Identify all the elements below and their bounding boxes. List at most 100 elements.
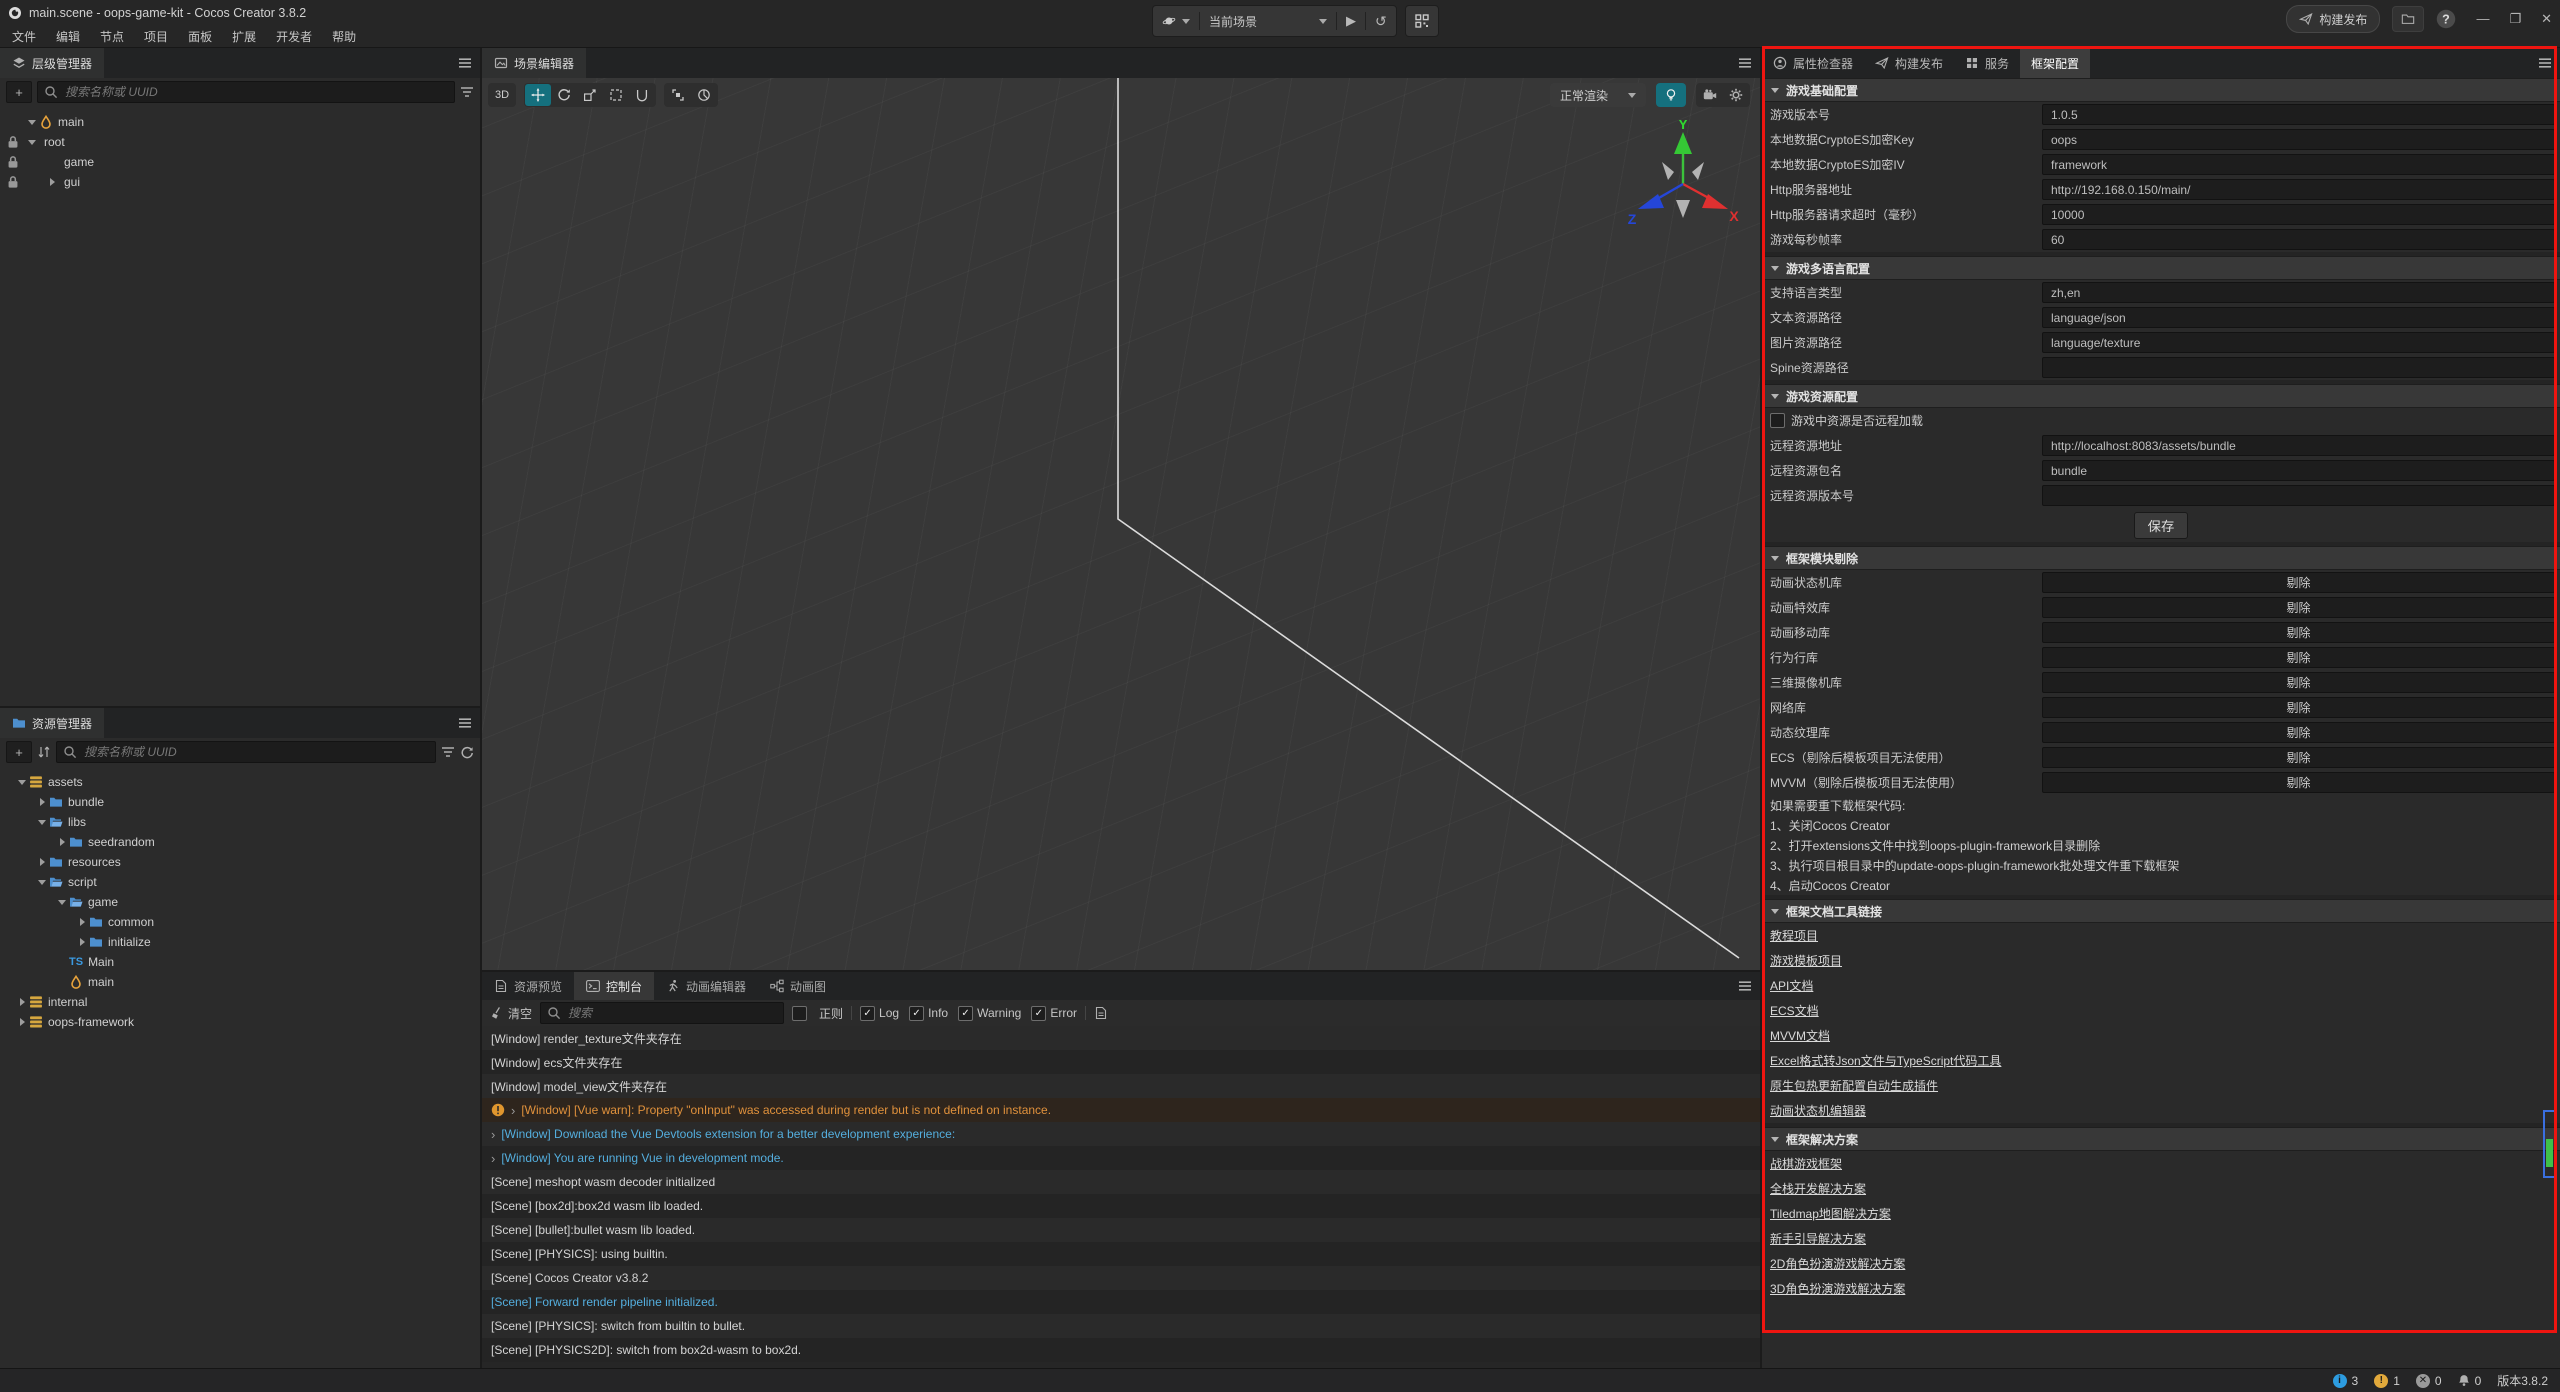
tree-row[interactable]: main xyxy=(0,972,480,992)
solution-link[interactable]: Tiledmap地图解决方案 xyxy=(1770,1205,1891,1222)
log-row[interactable]: [Scene] [PHYSICS2D]: switch from box2d-w… xyxy=(482,1338,1760,1362)
refresh-icon[interactable] xyxy=(460,745,474,759)
inspector-tab[interactable]: 构建发布 xyxy=(1864,48,1954,78)
section-header[interactable]: 游戏多语言配置 xyxy=(1762,256,2560,280)
viewport-settings-button[interactable] xyxy=(1723,84,1749,106)
chevron-right-icon[interactable] xyxy=(75,935,89,949)
clear-console-button[interactable]: 清空 xyxy=(490,1005,532,1022)
field-input[interactable]: 60 xyxy=(2042,229,2555,250)
module-remove-button[interactable]: 剔除 xyxy=(2042,722,2555,743)
tree-row[interactable]: TSMain xyxy=(0,952,480,972)
module-remove-button[interactable]: 剔除 xyxy=(2042,647,2555,668)
section-header[interactable]: 框架文档工具链接 xyxy=(1762,899,2560,923)
tree-row[interactable]: assets xyxy=(0,772,480,792)
log-row[interactable]: ›[Window] Download the Vue Devtools exte… xyxy=(482,1122,1760,1146)
chevron-down-icon[interactable] xyxy=(35,815,49,829)
tree-row[interactable]: resources xyxy=(0,852,480,872)
field-input[interactable] xyxy=(2042,357,2555,378)
doc-link[interactable]: MVVM文档 xyxy=(1770,1027,1830,1044)
assets-tab[interactable]: 资源管理器 xyxy=(0,708,104,738)
tree-row[interactable]: initialize xyxy=(0,932,480,952)
module-remove-button[interactable]: 剔除 xyxy=(2042,572,2555,593)
inspector-scrollbar[interactable] xyxy=(2543,1110,2556,1178)
field-input[interactable]: language/texture xyxy=(2042,332,2555,353)
help-button[interactable]: ? xyxy=(2436,9,2456,29)
module-remove-button[interactable]: 剔除 xyxy=(2042,672,2555,693)
minimize-button[interactable]: — xyxy=(2476,11,2489,27)
log-row[interactable]: ›[Window] [Vue warn]: Property "onInput"… xyxy=(482,1098,1760,1122)
tree-row[interactable]: bundle xyxy=(0,792,480,812)
sort-icon[interactable] xyxy=(37,745,51,759)
log-file-icon[interactable] xyxy=(1094,1006,1108,1020)
chevron-right-icon[interactable] xyxy=(75,915,89,929)
log-row[interactable]: [Window] render_texture文件夹存在 xyxy=(482,1026,1760,1050)
filter-checkbox[interactable] xyxy=(1031,1006,1046,1021)
restart-button[interactable]: ↺ xyxy=(1366,7,1396,35)
menu-item[interactable]: 节点 xyxy=(90,28,134,45)
filter-icon[interactable] xyxy=(460,85,474,99)
filter-icon[interactable] xyxy=(441,745,455,759)
solution-link[interactable]: 2D角色扮演游戏解决方案 xyxy=(1770,1255,1905,1272)
assets-search-input[interactable] xyxy=(82,744,429,760)
inspector-tab[interactable]: 服务 xyxy=(1954,48,2020,78)
regex-checkbox[interactable] xyxy=(792,1006,807,1021)
menu-item[interactable]: 开发者 xyxy=(266,28,322,45)
chevron-right-icon[interactable] xyxy=(15,995,29,1009)
scene-select[interactable]: 当前场景 xyxy=(1200,7,1336,35)
chevron-right-icon[interactable] xyxy=(35,795,49,809)
menu-item[interactable]: 文件 xyxy=(2,28,46,45)
hierarchy-menu-icon[interactable] xyxy=(458,56,472,70)
info-count-badge[interactable]: i 3 xyxy=(2333,1374,2359,1388)
console-tab[interactable]: 控制台 xyxy=(574,972,654,1000)
tree-row[interactable]: libs xyxy=(0,812,480,832)
tree-row[interactable]: root xyxy=(0,132,480,152)
chevron-down-icon[interactable] xyxy=(25,115,39,129)
remote-load-checkbox[interactable] xyxy=(1770,413,1785,428)
play-button[interactable]: ▶ xyxy=(1337,7,1365,35)
chevron-right-icon[interactable] xyxy=(55,835,69,849)
render-mode-select[interactable]: 正常渲染 xyxy=(1550,83,1646,107)
chevron-down-icon[interactable] xyxy=(25,135,39,149)
expand-chevron-icon[interactable]: › xyxy=(511,1104,515,1117)
scale-tool-button[interactable] xyxy=(577,84,603,106)
field-input[interactable]: bundle xyxy=(2042,460,2555,481)
console-search-input[interactable] xyxy=(566,1005,777,1021)
light-toggle-button[interactable] xyxy=(1656,83,1686,107)
preview-qr-button[interactable] xyxy=(1406,7,1438,35)
scene-tab[interactable]: 场景编辑器 xyxy=(482,48,586,78)
tree-row[interactable]: main xyxy=(0,112,480,132)
preview-platform-button[interactable] xyxy=(1153,7,1199,35)
menu-item[interactable]: 编辑 xyxy=(46,28,90,45)
hierarchy-tab[interactable]: 层级管理器 xyxy=(0,48,104,78)
field-input[interactable]: zh,en xyxy=(2042,282,2555,303)
log-row[interactable]: [Scene] [box2d]:box2d wasm lib loaded. xyxy=(482,1194,1760,1218)
console-menu-icon[interactable] xyxy=(1738,979,1752,993)
scene-menu-icon[interactable] xyxy=(1738,56,1752,70)
tree-row[interactable]: oops-framework xyxy=(0,1012,480,1032)
section-header[interactable]: 游戏基础配置 xyxy=(1762,78,2560,102)
field-input[interactable]: framework xyxy=(2042,154,2555,175)
ui-tool-button[interactable] xyxy=(629,84,655,106)
tree-row[interactable]: gui xyxy=(0,172,480,192)
expand-chevron-icon[interactable]: › xyxy=(491,1152,495,1165)
menu-item[interactable]: 帮助 xyxy=(322,28,366,45)
rect-tool-button[interactable] xyxy=(603,84,629,106)
chevron-down-icon[interactable] xyxy=(55,895,69,909)
field-input[interactable]: 10000 xyxy=(2042,204,2555,225)
doc-link[interactable]: 动画状态机编辑器 xyxy=(1770,1102,1866,1119)
solution-link[interactable]: 新手引导解决方案 xyxy=(1770,1230,1866,1247)
field-input[interactable]: 1.0.5 xyxy=(2042,104,2555,125)
chevron-right-icon[interactable] xyxy=(35,855,49,869)
create-node-button[interactable]: + xyxy=(6,81,32,103)
hierarchy-search-input[interactable] xyxy=(63,84,448,100)
module-remove-button[interactable]: 剔除 xyxy=(2042,772,2555,793)
tree-row[interactable]: internal xyxy=(0,992,480,1012)
doc-link[interactable]: 游戏模板项目 xyxy=(1770,952,1842,969)
doc-link[interactable]: ECS文档 xyxy=(1770,1002,1819,1019)
filter-checkbox[interactable] xyxy=(958,1006,973,1021)
filter-checkbox[interactable] xyxy=(909,1006,924,1021)
doc-link[interactable]: 教程项目 xyxy=(1770,927,1818,944)
inspector-menu-icon[interactable] xyxy=(2538,56,2552,70)
menu-item[interactable]: 扩展 xyxy=(222,28,266,45)
move-tool-button[interactable] xyxy=(525,84,551,106)
